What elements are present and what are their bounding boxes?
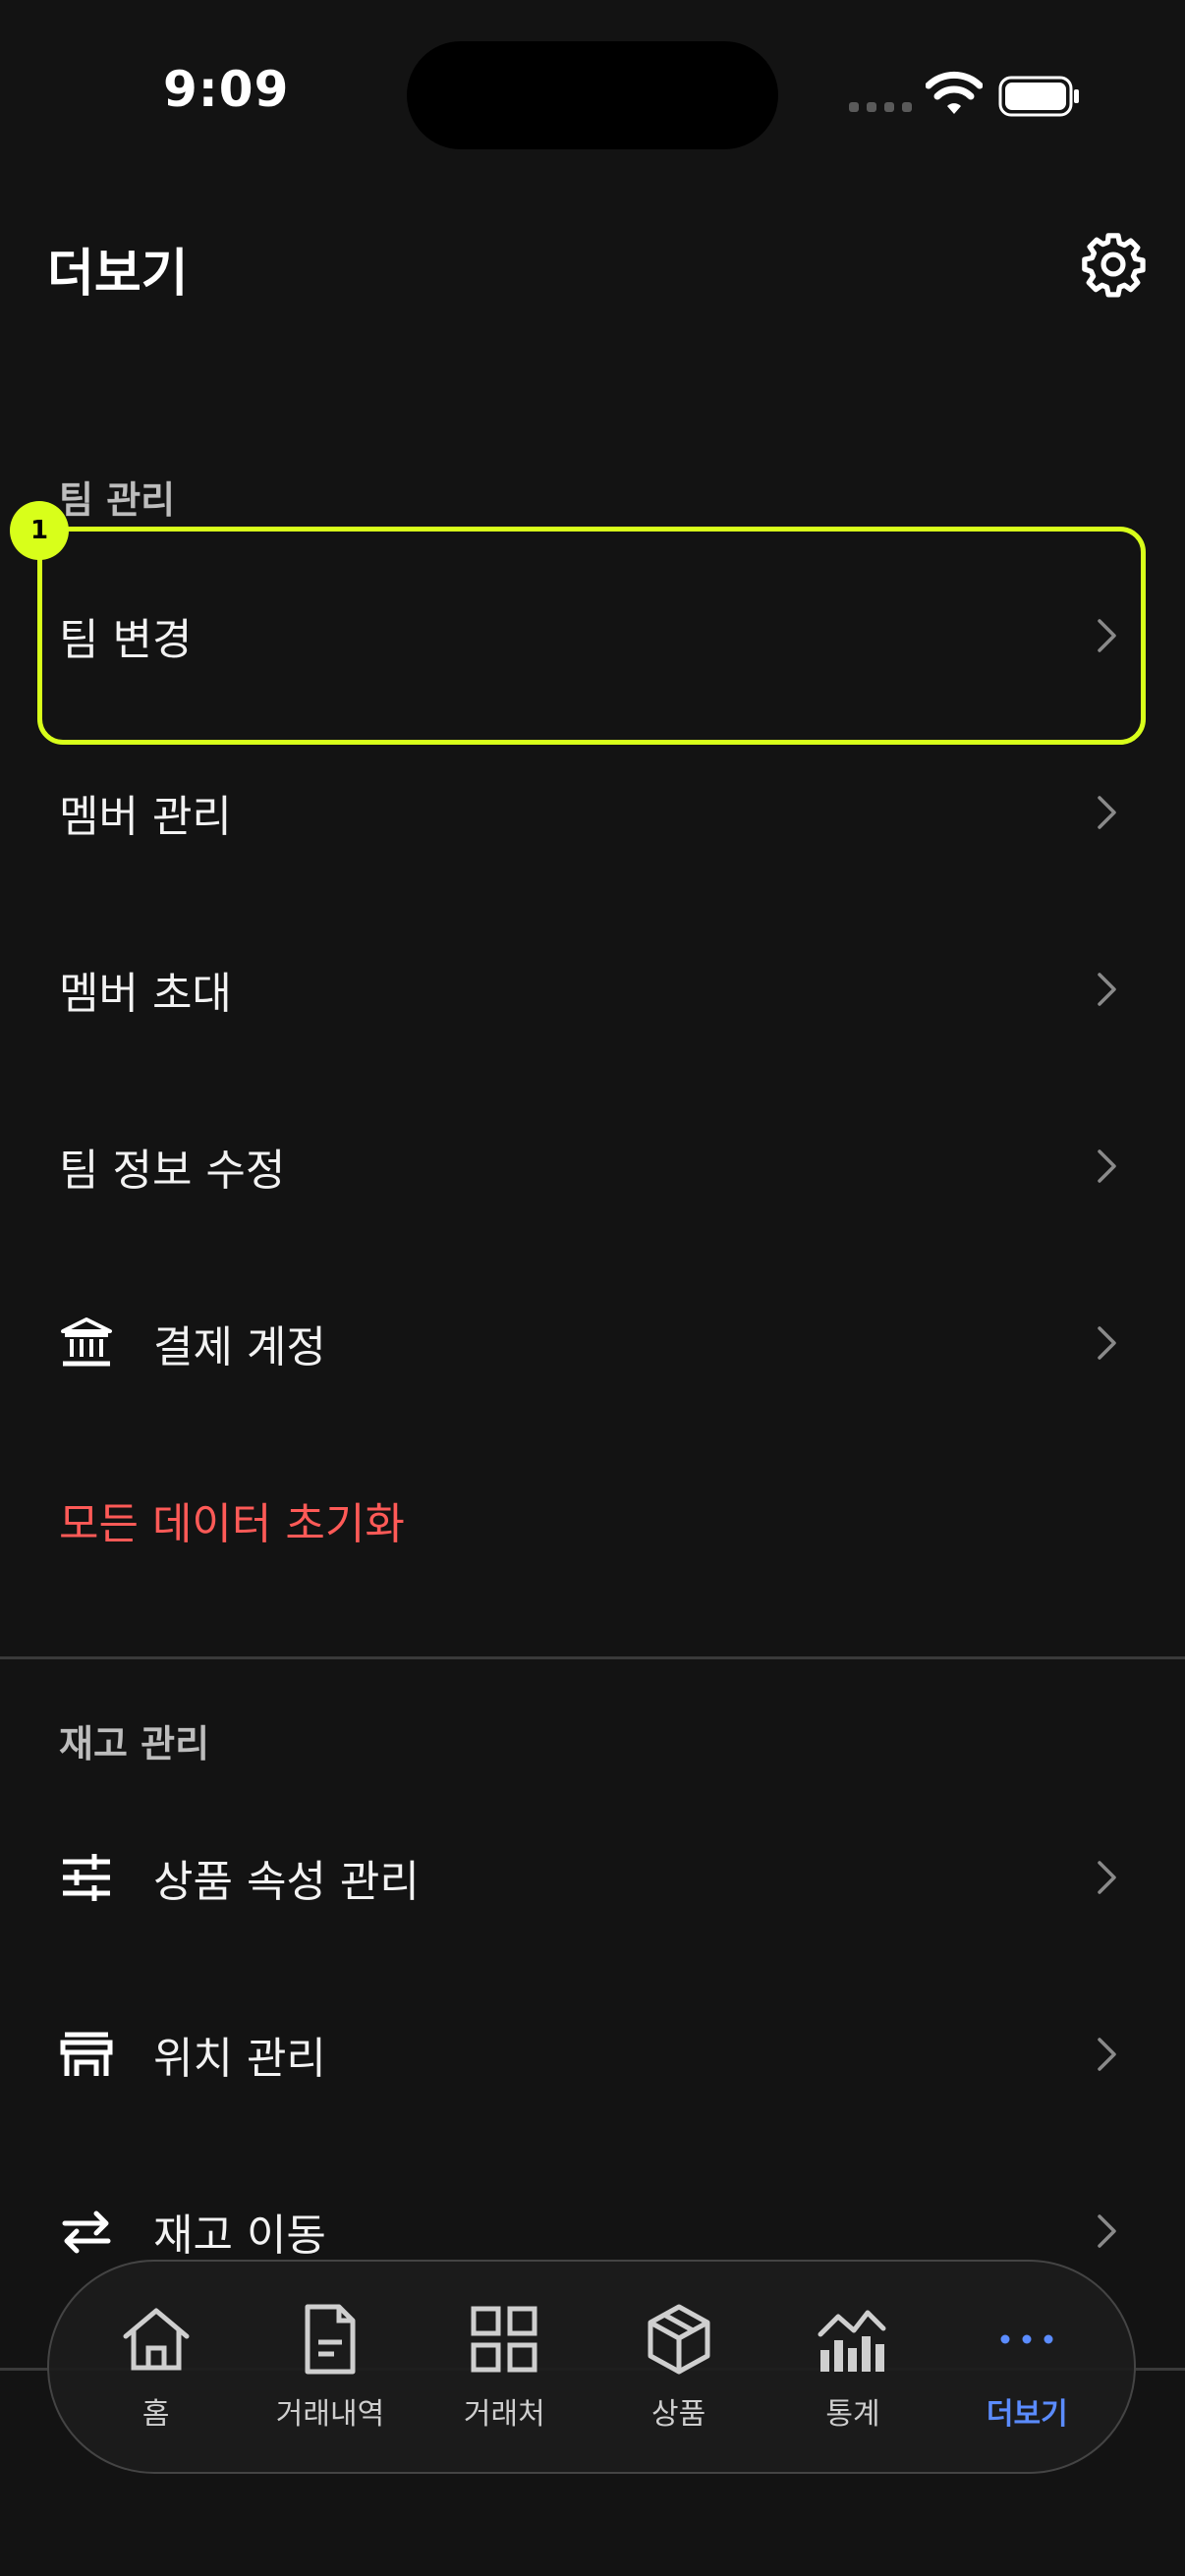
menu-item-label: 위치 관리 (153, 2034, 326, 2084)
tab-label: 거래내역 (275, 2397, 385, 2432)
menu-item-label: 상품 속성 관리 (153, 1857, 420, 1907)
section-label-inventory: 재고 관리 (59, 1722, 210, 1765)
gear-icon[interactable] (1079, 230, 1148, 299)
menu-item-manage-members[interactable]: 멤버 관리 (0, 739, 1185, 886)
tab-label: 통계 (825, 2397, 880, 2432)
menu-item-label: 재고 이동 (153, 2211, 326, 2261)
page-title: 더보기 (47, 245, 189, 304)
chevron-right-icon (1098, 1149, 1116, 1183)
menu-item-label: 멤버 초대 (59, 969, 232, 1019)
chevron-right-icon (1098, 2038, 1116, 2071)
highlight-outline (37, 527, 1146, 745)
tab-label: 거래처 (463, 2397, 545, 2432)
chevron-right-icon (1098, 1861, 1116, 1894)
grid-icon (471, 2306, 537, 2373)
chevron-right-icon (1098, 2214, 1116, 2248)
bottom-tab-bar: 홈 거래내역 거래처 상품 통계 더보기 (47, 2260, 1136, 2474)
box-icon (648, 2304, 710, 2375)
tab-partners[interactable]: 거래처 (421, 2278, 588, 2455)
menu-item-edit-team-info[interactable]: 팀 정보 수정 (0, 1092, 1185, 1240)
tab-products[interactable]: 상품 (595, 2278, 762, 2455)
transfer-arrows-icon (62, 2211, 111, 2254)
bank-icon (61, 1317, 112, 1367)
menu-item-location-management[interactable]: 위치 관리 (0, 1981, 1185, 2128)
wifi-icon (926, 71, 983, 114)
document-icon (305, 2304, 356, 2375)
chart-icon (818, 2310, 886, 2372)
menu-item-label: 결제 계정 (153, 1322, 326, 1372)
reset-all-data-button[interactable]: 모든 데이터 초기화 (0, 1446, 1185, 1594)
tab-more[interactable]: 더보기 (943, 2278, 1110, 2455)
more-dots-icon (1000, 2334, 1053, 2344)
menu-item-invite-members[interactable]: 멤버 초대 (0, 916, 1185, 1063)
tab-transactions[interactable]: 거래내역 (247, 2278, 414, 2455)
reset-all-data-label: 모든 데이터 초기화 (59, 1499, 405, 1549)
menu-item-product-attributes[interactable]: 상품 속성 관리 (0, 1804, 1185, 1951)
dynamic-island (407, 41, 778, 149)
section-label-team: 팀 관리 (59, 478, 176, 522)
home-icon (123, 2308, 190, 2371)
menu-item-label: 멤버 관리 (59, 792, 232, 842)
chevron-right-icon (1098, 973, 1116, 1006)
menu-item-label: 팀 정보 수정 (59, 1146, 286, 1196)
chevron-right-icon (1098, 796, 1116, 829)
tab-label: 상품 (651, 2397, 706, 2432)
tab-home[interactable]: 홈 (73, 2278, 240, 2455)
tab-statistics[interactable]: 통계 (769, 2278, 936, 2455)
status-time: 9:09 (163, 61, 290, 118)
cellular-signal-icon (849, 102, 912, 112)
sliders-icon (63, 1854, 110, 1901)
menu-item-billing-account[interactable]: 결제 계정 (0, 1269, 1185, 1417)
step-marker-badge: 1 (10, 501, 69, 560)
section-divider (0, 1656, 1185, 1659)
chevron-right-icon (1098, 1326, 1116, 1360)
tab-label: 더보기 (986, 2397, 1068, 2432)
store-icon (60, 2032, 113, 2076)
tab-label: 홈 (141, 2397, 170, 2432)
battery-icon (998, 76, 1079, 117)
